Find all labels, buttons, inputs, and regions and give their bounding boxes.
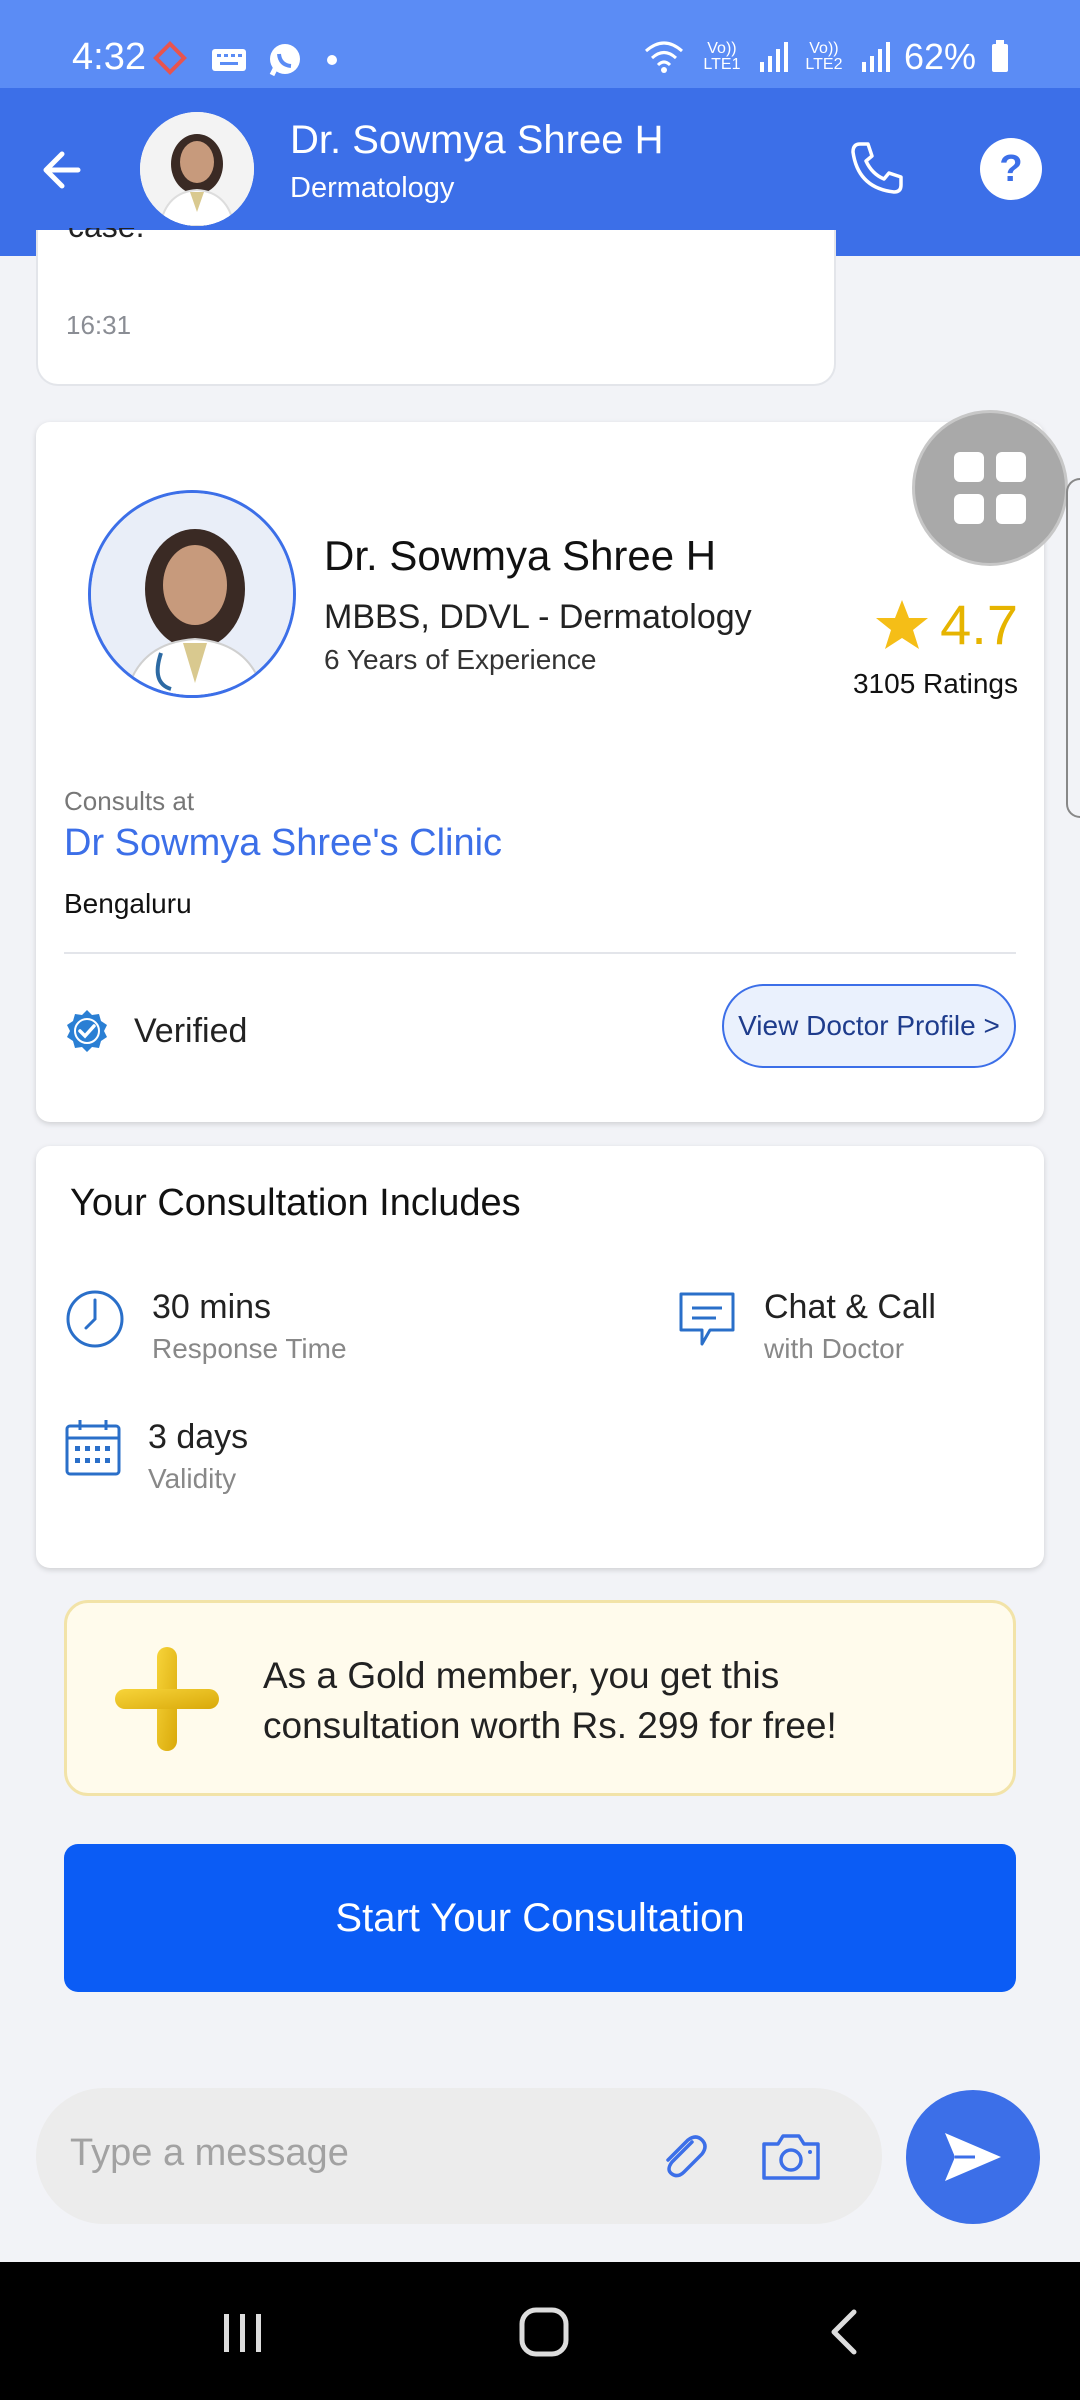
rating: 4.7 <box>874 592 1018 657</box>
consults-at-label: Consults at <box>64 786 195 816</box>
doctor-experience: 6 Years of Experience <box>324 644 597 675</box>
keyboard-icon <box>212 49 246 71</box>
chat-call-label: with Doctor <box>764 1333 905 1364</box>
lte1-label: Vo)) LTE1 <box>703 40 741 73</box>
calendar-icon <box>65 1420 121 1476</box>
rating-value: 4.7 <box>940 593 1018 656</box>
send-icon <box>945 2133 1001 2181</box>
phone-icon[interactable] <box>846 138 906 198</box>
previous-message-bubble: case. 16:31 <box>36 228 836 386</box>
doctor-name: Dr. Sowmya Shree H <box>324 532 717 579</box>
gold-member-message: As a Gold member, you get this consultat… <box>263 1655 837 1746</box>
attachment-icon[interactable] <box>656 2128 712 2184</box>
include-validity: 3 days Validity <box>64 1418 248 1495</box>
status-time: 4:32 <box>72 36 146 78</box>
clock-icon <box>66 1290 124 1348</box>
message-composer[interactable]: Type a message <box>36 2088 882 2224</box>
back-arrow-icon[interactable] <box>38 138 92 202</box>
doctor-photo-icon <box>140 112 254 226</box>
floating-menu-button[interactable] <box>912 410 1068 566</box>
header-specialty: Dermatology <box>290 172 455 204</box>
recent-apps-icon[interactable] <box>212 2304 272 2360</box>
include-response-time: 30 mins Response Time <box>64 1288 347 1365</box>
wifi-icon <box>644 41 683 73</box>
header-doctor-name: Dr. Sowmya Shree H <box>290 118 664 162</box>
gold-plus-icon <box>115 1647 219 1751</box>
dot-icon <box>327 55 337 65</box>
system-icons: Vo)) LTE1 Vo)) LTE2 62% <box>642 36 1010 78</box>
start-consultation-button[interactable]: Start Your Consultation <box>64 1844 1016 1992</box>
view-doctor-profile-button[interactable]: View Doctor Profile > <box>722 984 1016 1068</box>
lte2-label: Vo)) LTE2 <box>805 40 843 73</box>
back-nav-icon[interactable] <box>816 2304 876 2360</box>
chat-call-value: Chat & Call <box>764 1288 936 1326</box>
status-bar: 4:32 Vo)) LTE1 Vo)) LTE2 62% <box>0 0 1080 88</box>
doctor-photo <box>88 490 296 698</box>
gold-member-banner: As a Gold member, you get this consultat… <box>64 1600 1016 1796</box>
divider <box>64 952 1016 954</box>
validity-label: Validity <box>148 1463 237 1494</box>
grid-icon <box>954 452 1026 524</box>
edge-panel-handle[interactable] <box>1066 478 1080 818</box>
response-time-label: Response Time <box>152 1333 347 1364</box>
doctor-card: Dr. Sowmya Shree H MBBS, DDVL - Dermatol… <box>36 422 1044 1122</box>
consultation-includes-card: Your Consultation Includes 30 mins Respo… <box>36 1146 1044 1568</box>
camera-icon[interactable] <box>760 2128 822 2184</box>
battery-percent: 62% <box>903 36 976 77</box>
notification-icons <box>152 40 342 80</box>
help-button[interactable]: ? <box>980 138 1042 200</box>
previous-message-text: case. <box>68 228 144 258</box>
message-input[interactable]: Type a message <box>70 2132 349 2175</box>
chat-icon <box>679 1292 735 1346</box>
signal-1-icon <box>759 42 788 72</box>
clinic-city: Bengaluru <box>64 888 192 919</box>
response-time-value: 30 mins <box>152 1288 272 1326</box>
star-icon <box>876 599 929 649</box>
previous-message-time: 16:31 <box>66 310 132 340</box>
doctor-degrees: MBBS, DDVL - Dermatology <box>324 598 752 636</box>
verified-badge: Verified <box>64 1008 247 1054</box>
doctor-portrait-icon <box>91 493 293 695</box>
include-chat-call: Chat & Call with Doctor <box>676 1288 936 1365</box>
rating-count: 3105 Ratings <box>852 668 1018 699</box>
signal-2-icon <box>861 42 890 72</box>
send-button[interactable] <box>906 2090 1040 2224</box>
whatsapp-icon <box>269 44 300 77</box>
validity-value: 3 days <box>148 1418 249 1456</box>
consultation-includes-title: Your Consultation Includes <box>70 1182 521 1224</box>
home-icon[interactable] <box>514 2304 574 2360</box>
system-navigation-bar <box>0 2262 1080 2400</box>
verified-icon <box>67 1010 107 1052</box>
battery-icon <box>992 40 1008 72</box>
clinic-name[interactable]: Dr Sowmya Shree's Clinic <box>64 822 502 865</box>
app-notification-icon <box>153 41 187 75</box>
verified-label: Verified <box>134 1011 248 1050</box>
doctor-avatar[interactable] <box>140 112 254 226</box>
